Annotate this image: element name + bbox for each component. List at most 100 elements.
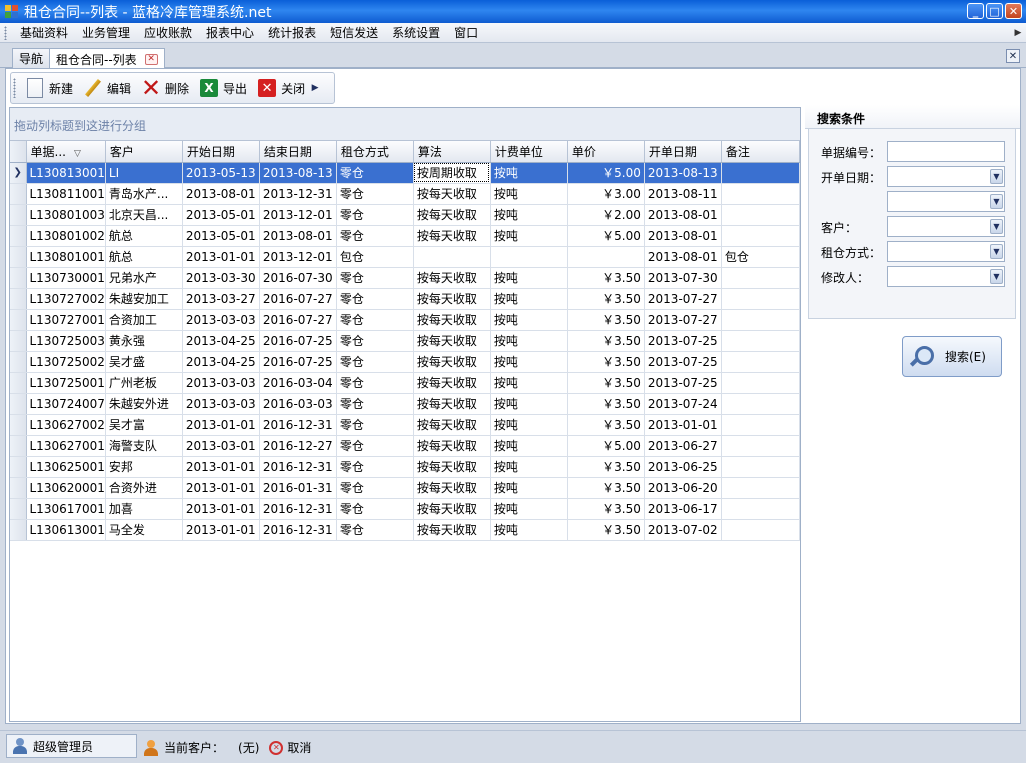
cell-remark[interactable] bbox=[721, 372, 800, 394]
cell-remark[interactable] bbox=[721, 204, 800, 226]
cell-unit-price[interactable]: ￥3.50 bbox=[567, 519, 645, 541]
menu-business[interactable]: 业务管理 bbox=[75, 24, 137, 41]
row-indicator[interactable] bbox=[10, 519, 27, 541]
cell-rent-mode[interactable]: 零仓 bbox=[336, 183, 414, 205]
cell-doc-no[interactable]: L130617001 bbox=[26, 498, 106, 520]
cell-billing-unit[interactable]: 按吨 bbox=[490, 183, 568, 205]
menu-window[interactable]: 窗口 bbox=[447, 24, 485, 41]
cell-customer[interactable]: 吴才富 bbox=[105, 414, 183, 436]
cell-rent-mode[interactable]: 零仓 bbox=[336, 372, 414, 394]
rent-mode-combo[interactable]: ▼ bbox=[887, 241, 1005, 262]
cell-rent-mode[interactable]: 零仓 bbox=[336, 288, 414, 310]
cell-unit-price[interactable]: ￥5.00 bbox=[567, 225, 645, 247]
menu-statistics[interactable]: 统计报表 bbox=[261, 24, 323, 41]
cell-end-date[interactable]: 2013-08-01 bbox=[259, 225, 337, 247]
cell-open-date[interactable]: 2013-01-01 bbox=[644, 414, 722, 436]
column-header-remark[interactable]: 备注 bbox=[721, 141, 800, 163]
cell-customer[interactable]: 朱越安外进 bbox=[105, 393, 183, 415]
cell-remark[interactable] bbox=[721, 288, 800, 310]
cell-start-date[interactable]: 2013-05-01 bbox=[182, 204, 260, 226]
column-header-unit-price[interactable]: 单价 bbox=[567, 141, 645, 163]
cell-open-date[interactable]: 2013-07-24 bbox=[644, 393, 722, 415]
cell-remark[interactable] bbox=[721, 309, 800, 331]
cell-start-date[interactable]: 2013-05-01 bbox=[182, 225, 260, 247]
cell-algorithm[interactable]: 按每天收取 bbox=[413, 267, 491, 289]
cell-doc-no[interactable]: L130620001 bbox=[26, 477, 106, 499]
cell-rent-mode[interactable]: 零仓 bbox=[336, 162, 414, 184]
cell-algorithm[interactable] bbox=[413, 246, 491, 268]
cell-open-date[interactable]: 2013-06-27 bbox=[644, 435, 722, 457]
row-indicator[interactable] bbox=[10, 456, 27, 478]
cell-unit-price[interactable]: ￥3.50 bbox=[567, 456, 645, 478]
cell-billing-unit[interactable]: 按吨 bbox=[490, 267, 568, 289]
cell-rent-mode[interactable]: 零仓 bbox=[336, 414, 414, 436]
menu-sms[interactable]: 短信发送 bbox=[323, 24, 385, 41]
cell-unit-price[interactable]: ￥3.50 bbox=[567, 330, 645, 352]
tab-rent-contract-list[interactable]: 租仓合同--列表 ✕ bbox=[49, 48, 165, 69]
cell-doc-no[interactable]: L130813001 bbox=[26, 162, 106, 184]
cell-customer[interactable]: LI bbox=[105, 162, 183, 184]
cell-rent-mode[interactable]: 零仓 bbox=[336, 393, 414, 415]
cell-algorithm[interactable]: 按每天收取 bbox=[413, 519, 491, 541]
cell-algorithm[interactable]: 按每天收取 bbox=[413, 330, 491, 352]
table-row[interactable]: L130627001 海警支队 2013-03-01 2016-12-27 零仓 按每天收… bbox=[10, 435, 800, 457]
cell-rent-mode[interactable]: 零仓 bbox=[336, 477, 414, 499]
row-indicator[interactable] bbox=[10, 183, 27, 205]
toolbar-overflow-icon[interactable]: ▶ bbox=[311, 75, 319, 101]
table-row[interactable]: L130801002 航总 2013-05-01 2013-08-01 零仓 按每天收取按… bbox=[10, 225, 800, 247]
cell-remark[interactable] bbox=[721, 330, 800, 352]
cell-start-date[interactable]: 2013-03-03 bbox=[182, 309, 260, 331]
cell-unit-price[interactable]: ￥5.00 bbox=[567, 435, 645, 457]
cell-algorithm[interactable]: 按每天收取 bbox=[413, 414, 491, 436]
row-indicator[interactable] bbox=[10, 288, 27, 310]
grip-handle[interactable] bbox=[4, 25, 7, 40]
cell-unit-price[interactable]: ￥3.50 bbox=[567, 414, 645, 436]
cell-algorithm[interactable]: 按每天收取 bbox=[413, 456, 491, 478]
cell-open-date[interactable]: 2013-08-11 bbox=[644, 183, 722, 205]
cell-customer[interactable]: 加喜 bbox=[105, 498, 183, 520]
close-all-icon[interactable]: ✕ bbox=[1006, 49, 1020, 63]
cell-rent-mode[interactable]: 零仓 bbox=[336, 519, 414, 541]
cell-start-date[interactable]: 2013-03-03 bbox=[182, 372, 260, 394]
new-button[interactable]: 新建 bbox=[20, 74, 78, 102]
cell-billing-unit[interactable]: 按吨 bbox=[490, 162, 568, 184]
cell-rent-mode[interactable]: 零仓 bbox=[336, 456, 414, 478]
cell-start-date[interactable]: 2013-01-01 bbox=[182, 246, 260, 268]
row-indicator[interactable] bbox=[10, 372, 27, 394]
cell-algorithm[interactable]: 按每天收取 bbox=[413, 309, 491, 331]
table-row[interactable]: L130725002 吴才盛 2013-04-25 2016-07-25 零仓 按每天收取… bbox=[10, 351, 800, 373]
maximize-button[interactable]: □ bbox=[986, 3, 1003, 19]
cell-remark[interactable] bbox=[721, 414, 800, 436]
cell-start-date[interactable]: 2013-04-25 bbox=[182, 330, 260, 352]
cell-end-date[interactable]: 2016-12-27 bbox=[259, 435, 337, 457]
cell-end-date[interactable]: 2016-01-31 bbox=[259, 477, 337, 499]
cell-billing-unit[interactable]: 按吨 bbox=[490, 309, 568, 331]
table-row[interactable]: L130730001 兄弟水产 2013-03-30 2016-07-30 零仓 按每天收… bbox=[10, 267, 800, 289]
cell-customer[interactable]: 航总 bbox=[105, 225, 183, 247]
table-row[interactable]: L130801001 航总 2013-01-01 2013-12-01 包仓 2013-0… bbox=[10, 246, 800, 268]
cell-remark[interactable] bbox=[721, 435, 800, 457]
table-row[interactable]: L130725003 黄永强 2013-04-25 2016-07-25 零仓 按每天收取… bbox=[10, 330, 800, 352]
cell-unit-price[interactable]: ￥2.00 bbox=[567, 204, 645, 226]
cell-rent-mode[interactable]: 包仓 bbox=[336, 246, 414, 268]
tab-close-icon[interactable]: ✕ bbox=[144, 53, 158, 65]
search-button[interactable]: 搜索(E) bbox=[902, 336, 1002, 377]
cell-end-date[interactable]: 2016-07-30 bbox=[259, 267, 337, 289]
dropdown-arrow-icon[interactable]: ▼ bbox=[990, 169, 1003, 184]
cell-remark[interactable] bbox=[721, 456, 800, 478]
cell-remark[interactable] bbox=[721, 498, 800, 520]
cell-start-date[interactable]: 2013-01-01 bbox=[182, 414, 260, 436]
cell-doc-no[interactable]: L130724007 bbox=[26, 393, 106, 415]
close-button[interactable]: ✕ 关闭 bbox=[252, 74, 310, 102]
cell-start-date[interactable]: 2013-03-30 bbox=[182, 267, 260, 289]
cell-algorithm[interactable]: 按每天收取 bbox=[413, 288, 491, 310]
cell-start-date[interactable]: 2013-01-01 bbox=[182, 456, 260, 478]
cell-customer[interactable]: 吴才盛 bbox=[105, 351, 183, 373]
cell-start-date[interactable]: 2013-01-01 bbox=[182, 519, 260, 541]
cell-end-date[interactable]: 2016-07-25 bbox=[259, 351, 337, 373]
row-indicator[interactable] bbox=[10, 246, 27, 268]
cell-end-date[interactable]: 2016-07-27 bbox=[259, 288, 337, 310]
table-row[interactable]: L130627002 吴才富 2013-01-01 2016-12-31 零仓 按每天收取… bbox=[10, 414, 800, 436]
row-indicator[interactable] bbox=[10, 435, 27, 457]
cell-open-date[interactable]: 2013-07-27 bbox=[644, 309, 722, 331]
